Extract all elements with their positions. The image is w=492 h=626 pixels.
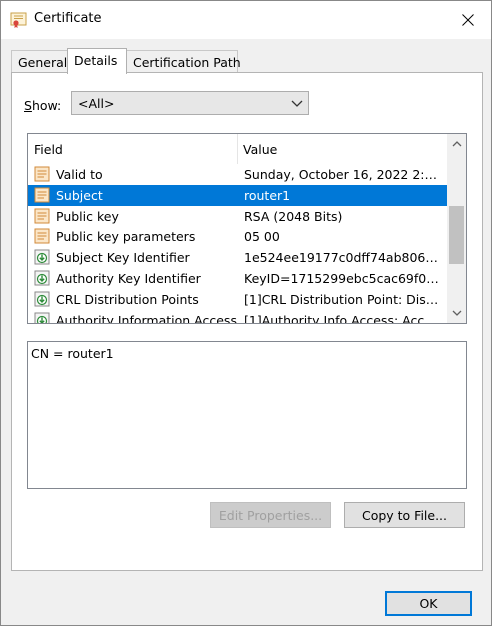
- cert-extension-icon: [34, 312, 50, 323]
- tab-general[interactable]: General: [11, 50, 68, 73]
- row-value: [1]Authority Info Access: Acc...: [244, 312, 437, 324]
- row-field: CRL Distribution Points: [56, 291, 199, 307]
- list-row[interactable]: Valid to Sunday, October 16, 2022 2:0...: [28, 164, 448, 185]
- show-label-rest: how:: [31, 98, 62, 113]
- row-value: router1: [244, 187, 291, 203]
- chevron-down-icon: [452, 310, 461, 316]
- row-field: Authority Key Identifier: [56, 270, 201, 286]
- scrollbar-thumb[interactable]: [449, 206, 464, 264]
- column-header-value[interactable]: Value: [243, 142, 277, 157]
- row-value: RSA (2048 Bits): [244, 208, 343, 224]
- list-row[interactable]: CRL Distribution Points [1]CRL Distributi…: [28, 289, 448, 310]
- row-value: 05 00: [244, 229, 280, 245]
- close-button[interactable]: [445, 1, 491, 39]
- row-field: Public key: [56, 208, 119, 224]
- cert-field-icon: [34, 228, 50, 244]
- close-icon: [462, 14, 474, 26]
- scroll-up-button[interactable]: [447, 134, 466, 153]
- certificate-icon: [10, 12, 27, 28]
- show-label: Show:: [24, 98, 62, 113]
- list-row[interactable]: Authority Key Identifier KeyID=1715299ebc…: [28, 268, 448, 289]
- row-field: Subject Key Identifier: [56, 250, 190, 266]
- copy-to-file-label: Copy to File...: [361, 507, 448, 523]
- cert-extension-icon: [34, 270, 50, 286]
- field-list[interactable]: Field Value Valid to Sunday, October 16, …: [27, 133, 467, 324]
- list-row[interactable]: Public key RSA (2048 Bits): [28, 206, 448, 227]
- ok-button[interactable]: OK: [385, 591, 472, 616]
- row-field: Public key parameters: [56, 229, 196, 245]
- row-value: 1e524ee19177c0dff74ab806b...: [244, 250, 440, 266]
- ok-label: OK: [419, 596, 438, 611]
- show-dropdown[interactable]: <All>: [71, 91, 309, 115]
- chevron-up-icon: [452, 141, 461, 147]
- vertical-scrollbar[interactable]: [447, 134, 466, 323]
- row-value: Sunday, October 16, 2022 2:0...: [244, 167, 440, 182]
- tab-certification-path[interactable]: Certification Path: [126, 50, 241, 73]
- value-detail-text: CN = router1: [31, 346, 114, 361]
- copy-to-file-button[interactable]: Copy to File...: [344, 502, 465, 528]
- cert-field-icon: [34, 187, 50, 203]
- list-row[interactable]: Subject router1: [28, 184, 448, 206]
- cert-extension-icon: [34, 291, 50, 307]
- row-field: Valid to: [56, 167, 103, 182]
- column-divider[interactable]: [237, 134, 238, 164]
- details-panel: Show: <All> Field Value Valid to Sunday, …: [11, 72, 483, 571]
- list-row[interactable]: Subject Key Identifier 1e524ee19177c0dff7…: [28, 247, 448, 268]
- scroll-down-button[interactable]: [447, 304, 466, 323]
- row-value: [1]CRL Distribution Point: Distr...: [244, 291, 440, 307]
- edit-properties-label: Edit Properties...: [218, 507, 323, 523]
- chevron-down-icon: [291, 100, 303, 107]
- column-header-field[interactable]: Field: [34, 142, 63, 157]
- certificate-dialog: Certificate General Details Certificatio…: [0, 0, 492, 626]
- edit-properties-button: Edit Properties...: [210, 502, 331, 528]
- list-row[interactable]: Public key parameters 05 00: [28, 226, 448, 247]
- cert-extension-icon: [34, 249, 50, 265]
- title-bar: Certificate: [1, 1, 491, 39]
- cert-field-icon: [34, 166, 50, 182]
- show-selected-value: <All>: [78, 96, 115, 111]
- list-header: Field Value: [28, 134, 448, 164]
- row-field: Authority Information Access: [56, 312, 237, 324]
- cert-field-icon: [34, 208, 50, 224]
- list-row[interactable]: Authority Information Access [1]Authority…: [28, 310, 448, 324]
- tab-details[interactable]: Details: [67, 48, 127, 74]
- row-value: KeyID=1715299ebc5cac69f01...: [244, 270, 440, 286]
- list-rows: Valid to Sunday, October 16, 2022 2:0... S…: [28, 164, 448, 324]
- row-field: Subject: [56, 187, 103, 203]
- value-detail-box[interactable]: CN = router1: [27, 341, 467, 489]
- window-title: Certificate: [34, 11, 102, 26]
